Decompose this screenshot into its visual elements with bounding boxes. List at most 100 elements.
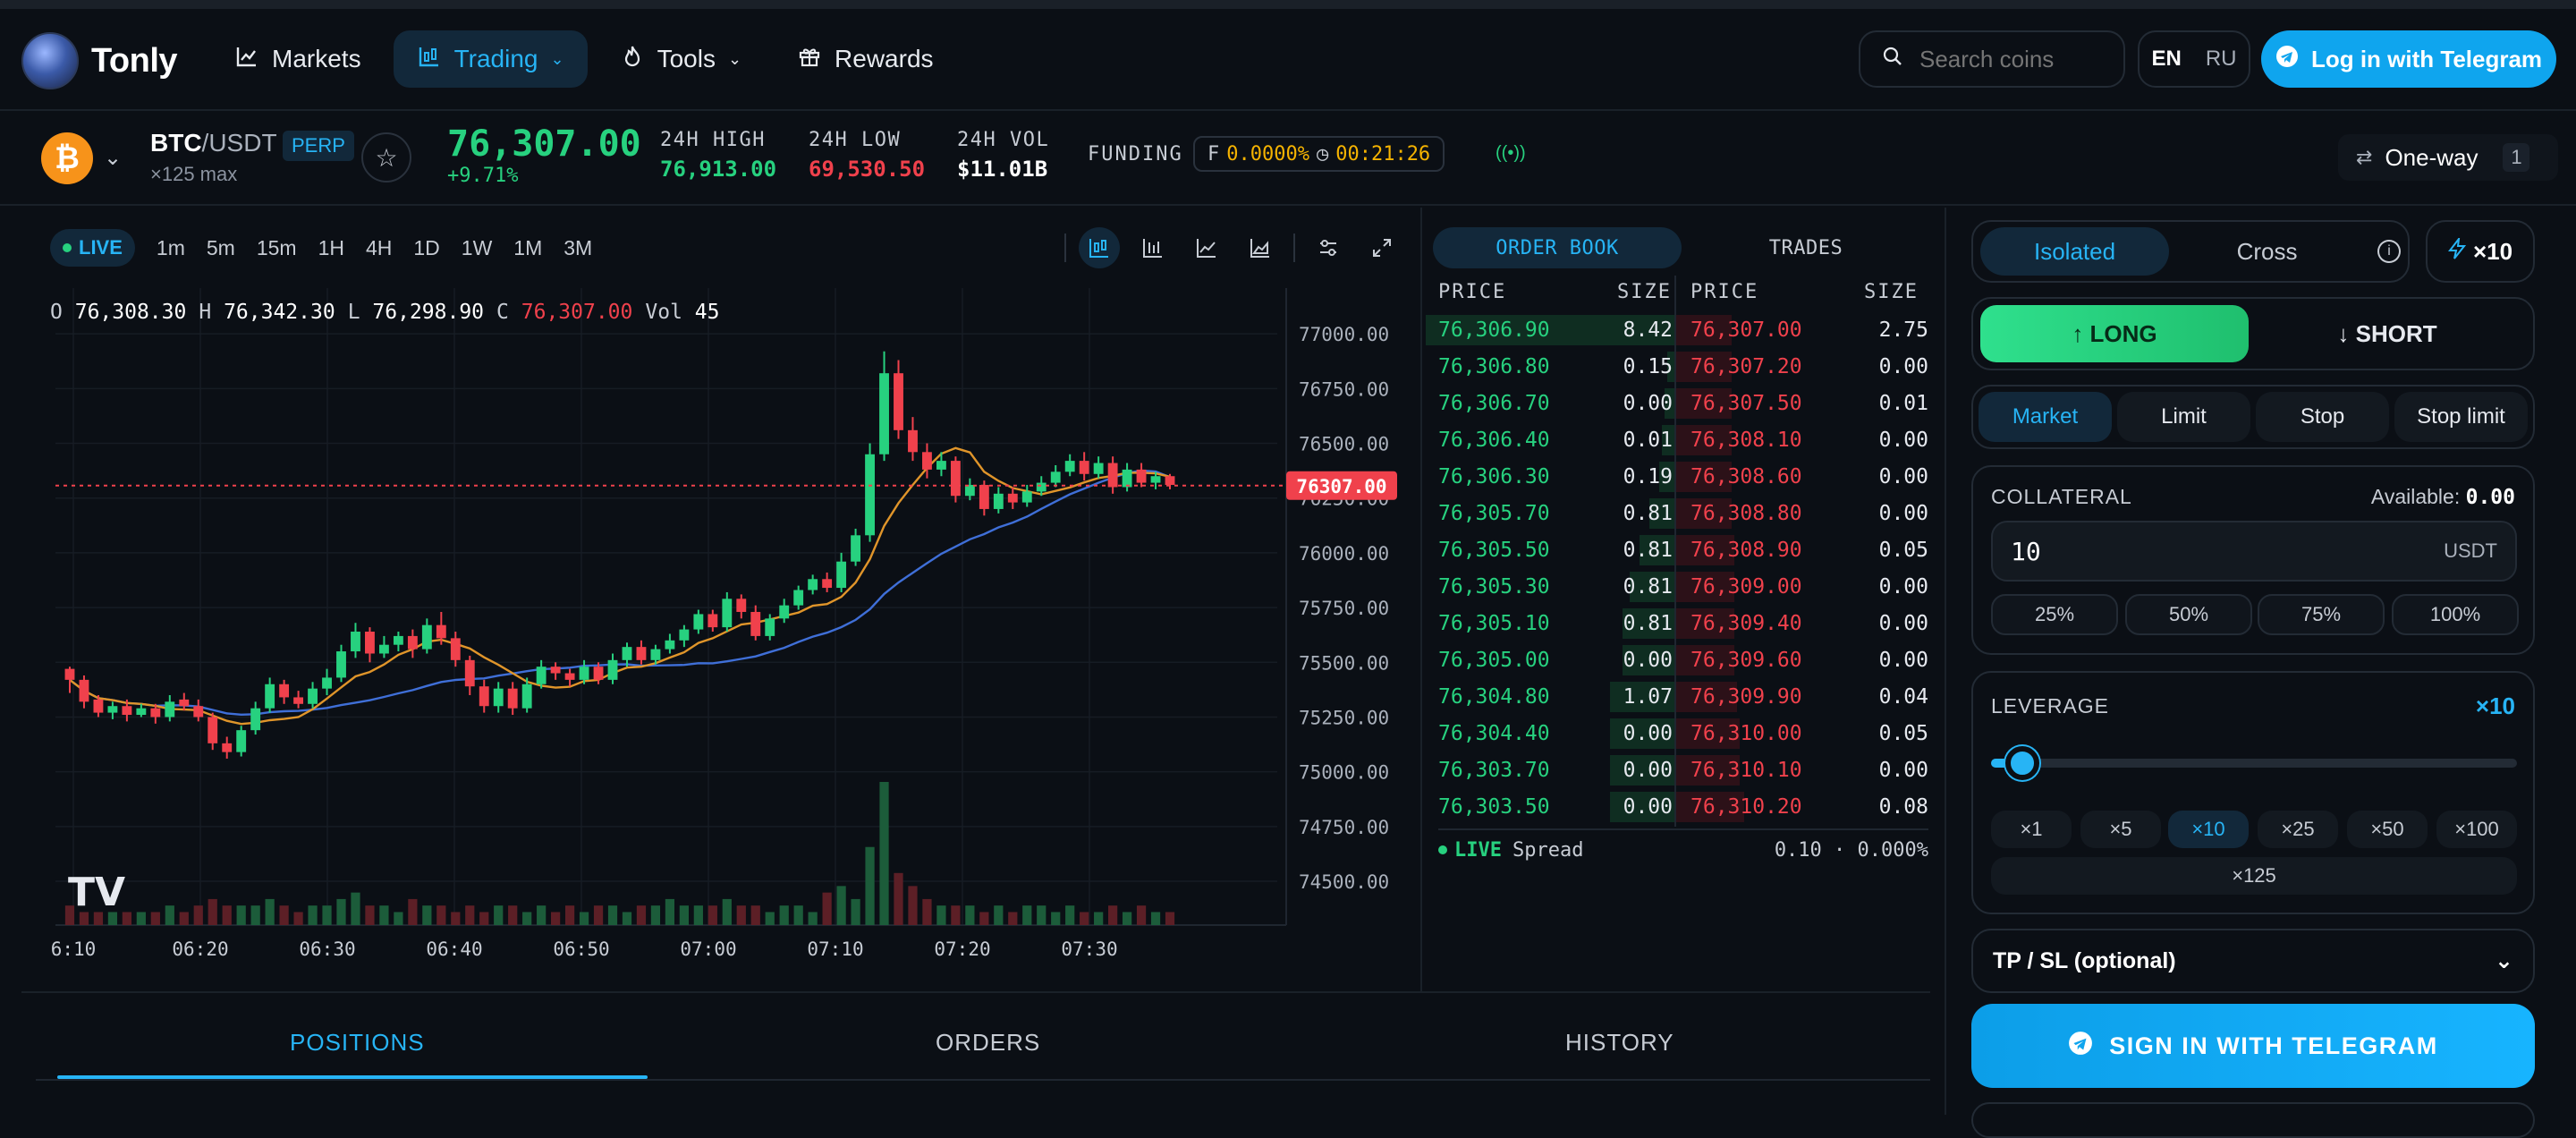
- book-row[interactable]: 76,304.40 0.00 76,310.00 0.05: [1422, 717, 1932, 751]
- login-telegram-button[interactable]: Log in with Telegram: [2261, 30, 2556, 88]
- chevron-down-icon[interactable]: ⌄: [104, 145, 122, 171]
- nav-trading[interactable]: Trading ⌄: [393, 30, 588, 88]
- lang-ru[interactable]: RU: [2206, 47, 2237, 72]
- book-row[interactable]: 76,306.40 0.01 76,308.10 0.00: [1422, 423, 1932, 457]
- tab-history[interactable]: HISTORY: [1565, 1029, 1674, 1057]
- candle-body: [1064, 461, 1075, 472]
- leverage-preset-10[interactable]: ×10: [2168, 811, 2249, 848]
- order-book-panel: ORDER BOOK TRADES PRICE SIZE PRICE SIZE …: [1420, 208, 1930, 991]
- candle-body: [765, 618, 775, 636]
- leverage-preset-125[interactable]: ×125: [1991, 857, 2517, 895]
- timeframe-3m[interactable]: 3M: [564, 236, 592, 260]
- settings-sliders-icon[interactable]: [1308, 227, 1349, 268]
- brand-logo[interactable]: Tonly: [21, 32, 178, 89]
- volume-bar: [593, 905, 604, 925]
- margin-cross[interactable]: Cross: [2173, 227, 2361, 276]
- nav-tools[interactable]: Tools ⌄: [597, 30, 765, 88]
- book-row[interactable]: 76,306.80 0.15 76,307.20 0.00: [1422, 350, 1932, 384]
- line-chart-icon[interactable]: [1186, 227, 1227, 268]
- leverage-slider[interactable]: [1991, 746, 2517, 780]
- order-type-stop-limit[interactable]: Stop limit: [2394, 392, 2528, 442]
- pair-symbol[interactable]: BTC/USDT: [150, 129, 277, 157]
- volume-bar: [1037, 905, 1046, 925]
- tab-positions[interactable]: POSITIONS: [290, 1029, 425, 1057]
- timeframe-5m[interactable]: 5m: [207, 236, 235, 260]
- price-chart[interactable]: 77000.0076750.0076500.0076250.0076000.00…: [34, 288, 1426, 991]
- volume-bar: [436, 905, 446, 925]
- leverage-preset-100[interactable]: ×100: [2436, 811, 2517, 848]
- bar-chart-icon[interactable]: [1132, 227, 1174, 268]
- book-row[interactable]: 76,306.90 8.42 76,307.00 2.75: [1422, 313, 1932, 347]
- bid-price-header: PRICE: [1438, 281, 1507, 303]
- volume-bar: [465, 905, 475, 925]
- leverage-preset-25[interactable]: ×25: [2258, 811, 2338, 848]
- book-row[interactable]: 76,305.10 0.81 76,309.40 0.00: [1422, 607, 1932, 641]
- gift-icon: [797, 45, 822, 74]
- area-chart-icon[interactable]: [1240, 227, 1281, 268]
- pct-100-button[interactable]: 100%: [2392, 594, 2519, 635]
- fullscreen-icon[interactable]: [1361, 227, 1402, 268]
- book-row[interactable]: 76,306.30 0.19 76,308.60 0.00: [1422, 460, 1932, 494]
- candle-body: [793, 590, 804, 606]
- candle-body: [336, 651, 346, 678]
- pct-75-button[interactable]: 75%: [2258, 594, 2385, 635]
- timeframe-1m[interactable]: 1m: [157, 236, 185, 260]
- candlestick-chart-icon[interactable]: [1079, 227, 1120, 268]
- timeframe-1h[interactable]: 1H: [318, 236, 344, 260]
- tab-trades[interactable]: TRADES: [1682, 227, 1930, 268]
- order-type-limit[interactable]: Limit: [2117, 392, 2250, 442]
- book-row[interactable]: 76,305.50 0.81 76,308.90 0.05: [1422, 533, 1932, 567]
- short-button[interactable]: ↓ SHORT: [2249, 305, 2526, 362]
- long-button[interactable]: ↑ LONG: [1980, 305, 2249, 362]
- signin-telegram-button[interactable]: SIGN IN WITH TELEGRAM: [1971, 1004, 2535, 1088]
- live-button[interactable]: LIVE: [50, 229, 135, 267]
- volume-bar: [136, 912, 146, 925]
- leverage-preset-1[interactable]: ×1: [1991, 811, 2072, 848]
- book-row[interactable]: 76,305.70 0.81 76,308.80 0.00: [1422, 497, 1932, 531]
- order-type-stop[interactable]: Stop: [2256, 392, 2389, 442]
- nav-rewards-label: Rewards: [835, 45, 934, 72]
- leverage-pill[interactable]: ×10: [2426, 220, 2535, 283]
- candle-body: [79, 679, 89, 702]
- lang-en[interactable]: EN: [2151, 47, 2181, 72]
- volume-bar: [679, 905, 689, 925]
- pct-50-button[interactable]: 50%: [2125, 594, 2252, 635]
- candle-body: [622, 647, 632, 660]
- order-type-market[interactable]: Market: [1979, 392, 2112, 442]
- favorite-star-icon[interactable]: ☆: [361, 132, 411, 183]
- ohlc-legend: O 76,308.30 H 76,342.30 L 76,298.90 C 76…: [50, 301, 719, 324]
- timeframe-15m[interactable]: 15m: [257, 236, 297, 260]
- tab-order-book[interactable]: ORDER BOOK: [1433, 227, 1682, 268]
- search-box[interactable]: [1859, 30, 2125, 88]
- tpsl-dropdown[interactable]: TP / SL (optional) ⌄: [1971, 929, 2535, 993]
- ask-price: 76,310.00: [1690, 722, 1802, 745]
- bitcoin-icon[interactable]: ₿: [41, 132, 93, 184]
- nav-rewards[interactable]: Rewards: [774, 30, 956, 88]
- margin-isolated[interactable]: Isolated: [1980, 227, 2170, 276]
- ohlc-low: L 76,298.90: [347, 301, 485, 324]
- collateral-field[interactable]: USDT: [1991, 521, 2517, 582]
- timeframe-1mo[interactable]: 1M: [513, 236, 542, 260]
- timeframe-1d[interactable]: 1D: [413, 236, 439, 260]
- book-row[interactable]: 76,304.80 1.07 76,309.90 0.04: [1422, 680, 1932, 714]
- pct-25-button[interactable]: 25%: [1991, 594, 2118, 635]
- book-row[interactable]: 76,305.00 0.00 76,309.60 0.00: [1422, 643, 1932, 677]
- book-row[interactable]: 76,303.70 0.00 76,310.10 0.00: [1422, 753, 1932, 787]
- timeframe-4h[interactable]: 4H: [366, 236, 392, 260]
- timeframe-1w[interactable]: 1W: [462, 236, 493, 260]
- position-mode-button[interactable]: ⇄ One-way 1: [2338, 134, 2558, 181]
- search-input[interactable]: [1919, 45, 2098, 73]
- tab-orders[interactable]: ORDERS: [936, 1029, 1040, 1057]
- leverage-preset-5[interactable]: ×5: [2080, 811, 2161, 848]
- book-row[interactable]: 76,305.30 0.81 76,309.00 0.00: [1422, 570, 1932, 604]
- volume-bar: [293, 912, 303, 925]
- collateral-input[interactable]: [2011, 536, 2445, 566]
- book-row[interactable]: 76,306.70 0.00 76,307.50 0.01: [1422, 386, 1932, 420]
- swap-icon: ⇄: [2356, 146, 2373, 168]
- leverage-preset-50[interactable]: ×50: [2347, 811, 2428, 848]
- book-row[interactable]: 76,303.50 0.00 76,310.20 0.08: [1422, 790, 1932, 824]
- leverage-slider-handle[interactable]: [2005, 746, 2039, 780]
- bid-price: 76,304.40: [1438, 722, 1550, 745]
- info-icon[interactable]: i: [2377, 240, 2401, 263]
- nav-markets[interactable]: Markets: [211, 30, 385, 88]
